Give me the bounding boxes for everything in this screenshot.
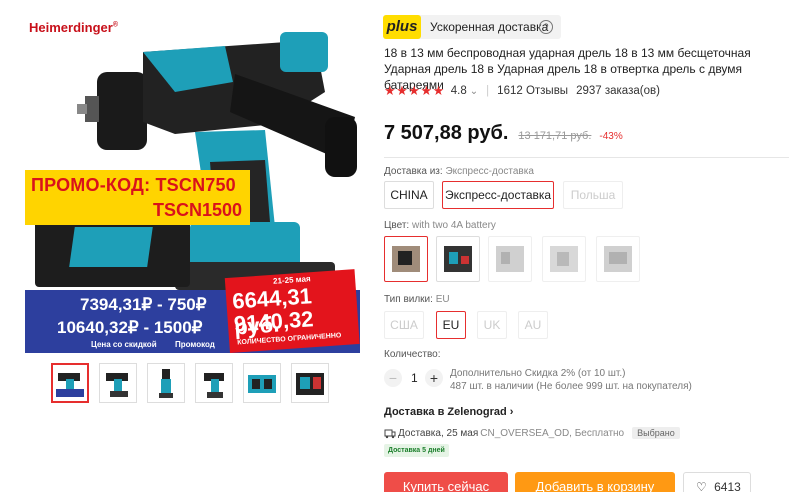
color-option-1[interactable] — [384, 236, 428, 282]
delivery-destination-link[interactable]: Доставка в Zelenograd › — [384, 406, 513, 418]
caption-discount: Цена со скидкой — [91, 340, 157, 349]
help-icon[interactable]: ? — [539, 20, 553, 34]
color-swatch-case-icon — [392, 246, 420, 272]
rating-divider: | — [486, 85, 490, 97]
current-price: 7 507,88 руб. — [384, 122, 509, 144]
quantity-value[interactable]: 1 — [411, 371, 418, 385]
quantity-label: Количество: — [384, 349, 441, 360]
promo-price-row-1: 7394,31₽ - 750₽ — [80, 295, 207, 314]
promo-code-line-2: TSCN1500 — [152, 200, 242, 220]
chevron-down-icon[interactable]: ⌄ — [470, 86, 478, 97]
thumbnail-3[interactable] — [147, 363, 185, 403]
plus-logo: plus — [383, 15, 421, 39]
thumbnail-drill-icon — [56, 373, 84, 397]
add-to-cart-button[interactable]: Добавить в корзину — [515, 472, 675, 492]
buy-now-button[interactable]: Купить сейчас — [384, 472, 508, 492]
discount-badge: -43% — [599, 131, 623, 142]
ship-from-option-express[interactable]: Экспресс-доставка — [442, 181, 554, 209]
color-option-5[interactable] — [596, 236, 640, 282]
orders-count: 2937 заказа(ов) — [576, 85, 660, 97]
plug-label: Тип вилки: EU — [384, 294, 450, 305]
ship-from-selected: Экспресс-доставка — [445, 166, 534, 177]
rating-row: ★★★★★ 4.8 ⌄ | 1612 Отзывы 2937 заказа(ов… — [384, 83, 660, 99]
sale-price-2: 9140,32 — [233, 306, 315, 337]
old-price: 13 171,71 руб. — [518, 130, 592, 142]
fast-delivery-text: Ускоренная доставка — [430, 20, 549, 34]
plug-option-au[interactable]: AU — [518, 311, 548, 339]
thumbnail-5[interactable] — [243, 363, 281, 403]
thumbnail-drill-icon — [106, 373, 128, 397]
price-row: 7 507,88 руб. 13 171,71 руб. -43% — [384, 122, 623, 145]
chevron-right-icon: › — [509, 406, 514, 418]
promo-price-row-2: 10640,32₽ - 1500₽ — [57, 318, 203, 337]
caption-promo: Промокод — [175, 340, 215, 349]
star-rating-icon: ★★★★★ — [384, 83, 445, 98]
thumbnail-2[interactable] — [99, 363, 137, 403]
ship-from-option-poland[interactable]: Польша — [563, 181, 623, 209]
stock-info: 487 шт. в наличии (Не более 999 шт. на п… — [450, 381, 692, 392]
delivery-method: CN_OVERSEA_OD, Бесплатно — [480, 427, 625, 439]
color-option-4[interactable] — [542, 236, 586, 282]
color-swatch-case-icon — [444, 246, 472, 272]
plug-option-us[interactable]: США — [384, 311, 424, 339]
main-product-image[interactable]: Heimerdinger® ПРОМО-КОД: TSCN750 TSCN150… — [25, 12, 360, 353]
color-swatch-case-icon — [550, 246, 578, 272]
brand-logo: Heimerdinger® — [29, 20, 118, 35]
color-swatch-case-icon — [496, 246, 524, 272]
delivery-info: Доставка, 25 мая CN_OVERSEA_OD, Бесплатн… — [384, 427, 680, 439]
rating-value[interactable]: 4.8 — [451, 85, 467, 97]
quantity-increase-button[interactable]: + — [425, 369, 443, 387]
ship-from-label: Доставка из: Экспресс-доставка — [384, 166, 534, 177]
color-option-3[interactable] — [488, 236, 532, 282]
wishlist-count: 6413 — [714, 480, 741, 492]
chosen-badge: Выбрано — [632, 427, 680, 439]
bulk-discount-info: Дополнительно Скидка 2% (от 10 шт.) — [450, 368, 626, 379]
thumbnail-kit-icon — [248, 375, 276, 393]
heart-icon: ♡ — [696, 480, 707, 492]
delivery-date: Доставка, 25 мая — [398, 427, 479, 439]
color-option-2[interactable] — [436, 236, 480, 282]
fast-delivery-badge: plus Ускоренная доставка ? — [383, 15, 561, 39]
plug-option-eu[interactable]: EU — [436, 311, 466, 339]
thumbnail-case-icon — [296, 373, 324, 395]
ship-from-option-china[interactable]: CHINA — [384, 181, 434, 209]
color-selected: with two 4A battery — [411, 220, 496, 231]
thumbnail-drill-icon — [204, 373, 224, 398]
wishlist-button[interactable]: ♡ 6413 — [683, 472, 751, 492]
delivery-days-badge: Доставка 5 дней — [384, 444, 449, 457]
thumbnail-1[interactable] — [51, 363, 89, 403]
reviews-link[interactable]: 1612 Отзывы — [497, 85, 568, 97]
quantity-info: Дополнительно Скидка 2% (от 10 шт.) 487 … — [450, 367, 692, 393]
quantity-decrease-button[interactable]: − — [384, 369, 402, 387]
plug-selected: EU — [435, 294, 450, 305]
thumbnail-4[interactable] — [195, 363, 233, 403]
divider — [384, 157, 789, 158]
plug-option-uk[interactable]: UK — [477, 311, 507, 339]
truck-icon — [384, 429, 396, 439]
thumbnail-drill-icon — [159, 369, 173, 398]
promo-code-banner: ПРОМО-КОД: TSCN750 TSCN1500 — [25, 170, 250, 225]
color-label: Цвет: with two 4A battery — [384, 220, 496, 231]
sale-price-tag: 21-25 мая 6644,31 руб. 9140,32 КОЛИЧЕСТВ… — [224, 269, 360, 353]
color-swatch-case-icon — [604, 246, 632, 272]
thumbnail-6[interactable] — [291, 363, 329, 403]
promo-code-line-1: ПРОМО-КОД: TSCN750 — [31, 175, 236, 195]
